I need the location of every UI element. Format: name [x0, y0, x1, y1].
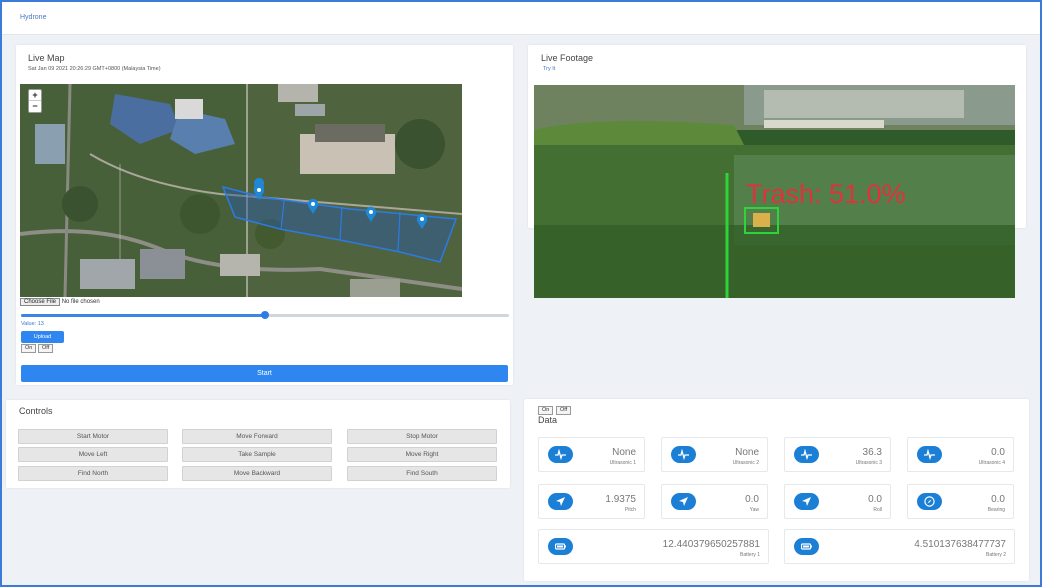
battery-1-tile: 12.440379650257881 Battery 1 [538, 529, 769, 564]
pulse-icon [671, 446, 696, 463]
map-timestamp: Sat Jan 09 2021 20:26:29 GMT+0800 (Malay… [28, 66, 161, 72]
slider-value-label: Value: 13 [21, 321, 44, 327]
tile-value: 36.3 [862, 447, 882, 458]
data-card: On Off Data None Ultrasonic 1 None Ultra… [524, 399, 1029, 581]
pitch-tile: 1.9375 Pitch [538, 484, 645, 519]
navigation-arrow-icon [794, 493, 819, 510]
battery-icon [548, 538, 573, 555]
move-forward-button[interactable]: Move Forward [182, 429, 332, 444]
tile-label: Ultrasonic 3 [855, 460, 882, 466]
map-markers [253, 178, 428, 229]
start-button[interactable]: Start [21, 365, 508, 382]
tile-value: 12.440379650257881 [662, 539, 760, 550]
move-backward-button[interactable]: Move Backward [182, 466, 332, 481]
tile-value: None [612, 447, 636, 458]
off-button[interactable]: Off [38, 344, 54, 353]
slider-fill [21, 314, 265, 317]
top-navbar: Hydrone [2, 2, 1040, 35]
map-marker-icon[interactable] [307, 198, 319, 214]
controls-title: Controls [19, 406, 53, 416]
start-motor-button[interactable]: Start Motor [18, 429, 168, 444]
pulse-icon [548, 446, 573, 463]
tile-label: Ultrasonic 4 [978, 460, 1005, 466]
move-left-button[interactable]: Move Left [18, 447, 168, 462]
live-footage-title: Live Footage [541, 53, 594, 63]
ultrasonic-1-tile: None Ultrasonic 1 [538, 437, 645, 472]
live-map-card: Live Map Sat Jan 09 2021 20:26:29 GMT+08… [16, 45, 513, 385]
satellite-map[interactable]: + − [20, 84, 462, 297]
data-title: Data [538, 415, 558, 425]
tile-label: Battery 1 [739, 552, 760, 558]
compass-icon [917, 493, 942, 510]
navigation-arrow-icon [548, 493, 573, 510]
try-it-link[interactable]: Try It [543, 66, 555, 72]
tile-label: Roll [873, 507, 882, 513]
bearing-tile: 0.0 Bearing [907, 484, 1014, 519]
map-marker-icon[interactable] [416, 213, 428, 229]
find-north-button[interactable]: Find North [18, 466, 168, 481]
live-map-title: Live Map [28, 53, 65, 63]
tile-value: 0.0 [745, 494, 759, 505]
move-right-button[interactable]: Move Right [347, 447, 497, 462]
tile-label: Yaw [749, 507, 759, 513]
battery-2-tile: 4.510137638477737 Battery 2 [784, 529, 1015, 564]
tile-value: None [735, 447, 759, 458]
tile-label: Ultrasonic 2 [732, 460, 759, 466]
tile-value: 0.0 [868, 494, 882, 505]
yaw-tile: 0.0 Yaw [661, 484, 768, 519]
file-status: No file chosen [61, 299, 100, 305]
camera-feed: Trash: 51.0% [534, 85, 1015, 298]
file-upload-row: Choose File No file chosen [20, 298, 100, 306]
tile-value: 0.0 [991, 494, 1005, 505]
data-on-button[interactable]: On [538, 406, 554, 415]
tile-value: 0.0 [991, 447, 1005, 458]
brand-link[interactable]: Hydrone [20, 14, 46, 21]
controls-card: Controls Start Motor Move Forward Stop M… [6, 400, 510, 488]
value-slider[interactable] [21, 311, 509, 319]
navigation-arrow-icon [671, 493, 696, 510]
map-marker-icon[interactable] [253, 184, 265, 200]
upload-button[interactable]: Upload [21, 331, 64, 343]
tile-label: Bearing [987, 507, 1005, 513]
zoom-out-button[interactable]: − [32, 101, 37, 111]
ultrasonic-3-tile: 36.3 Ultrasonic 3 [784, 437, 891, 472]
tile-value: 1.9375 [605, 494, 636, 505]
tile-label: Ultrasonic 1 [609, 460, 636, 466]
ultrasonic-4-tile: 0.0 Ultrasonic 4 [907, 437, 1014, 472]
find-south-button[interactable]: Find South [347, 466, 497, 481]
roll-tile: 0.0 Roll [784, 484, 891, 519]
take-sample-button[interactable]: Take Sample [182, 447, 332, 462]
zoom-in-button[interactable]: + [29, 90, 41, 101]
on-button[interactable]: On [21, 344, 37, 353]
map-zoom-control: + − [28, 89, 42, 113]
choose-file-button[interactable]: Choose File [20, 298, 61, 306]
stop-motor-button[interactable]: Stop Motor [347, 429, 497, 444]
tile-label: Pitch [624, 507, 636, 513]
map-marker-icon[interactable] [365, 206, 377, 222]
tile-value: 4.510137638477737 [914, 539, 1006, 550]
pulse-icon [917, 446, 942, 463]
data-off-button[interactable]: Off [556, 406, 572, 415]
tile-label: Battery 2 [985, 552, 1006, 558]
ultrasonic-2-tile: None Ultrasonic 2 [661, 437, 768, 472]
pulse-icon [794, 446, 819, 463]
detection-label: Trash: 51.0% [746, 179, 906, 209]
slider-thumb[interactable] [261, 311, 269, 319]
battery-icon [794, 538, 819, 555]
